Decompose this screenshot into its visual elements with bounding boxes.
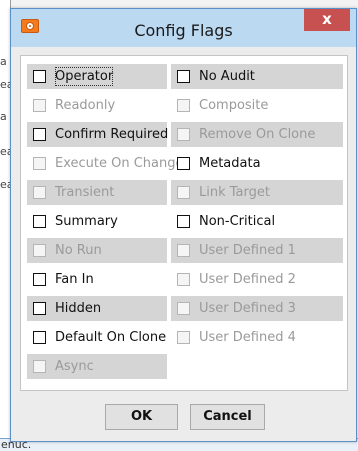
- ok-button[interactable]: OK: [105, 404, 178, 430]
- checkbox-icon: [33, 157, 46, 170]
- checkbox-icon[interactable]: [33, 273, 46, 286]
- checkbox-icon[interactable]: [33, 331, 46, 344]
- flag-label: Link Target: [199, 185, 270, 200]
- flag-hidden[interactable]: Hidden: [27, 296, 167, 321]
- flag-composite: Composite: [171, 93, 343, 118]
- flag-label: Transient: [55, 185, 115, 200]
- checkbox-icon[interactable]: [33, 128, 46, 141]
- flag-transient: Transient: [27, 180, 167, 205]
- flag-link-target: Link Target: [171, 180, 343, 205]
- flag-label: Metadata: [199, 156, 261, 171]
- flag-label: Default On Clone: [55, 330, 167, 345]
- checkbox-icon[interactable]: [177, 70, 190, 83]
- flag-label: User Defined 2: [199, 272, 296, 287]
- flag-label: No Audit: [199, 69, 255, 84]
- checkbox-icon: [177, 128, 190, 141]
- checkbox-icon[interactable]: [177, 157, 190, 170]
- checkbox-icon: [177, 331, 190, 344]
- flag-label: User Defined 3: [199, 301, 296, 316]
- flag-label: No Run: [55, 243, 102, 258]
- flag-metadata[interactable]: Metadata: [171, 151, 343, 176]
- flag-remove-on-clone: Remove On Clone: [171, 122, 343, 147]
- checkbox-icon: [33, 360, 46, 373]
- flag-default-on-clone[interactable]: Default On Clone: [27, 325, 167, 350]
- checkbox-icon: [177, 186, 190, 199]
- title-bar[interactable]: Config Flags x: [11, 9, 356, 47]
- flag-label: User Defined 1: [199, 243, 296, 258]
- flag-label: User Defined 4: [199, 330, 296, 345]
- flag-label: Composite: [199, 98, 269, 113]
- checkbox-icon: [177, 244, 190, 257]
- flag-label: Remove On Clone: [199, 127, 316, 142]
- flag-user-defined-1: User Defined 1: [171, 238, 343, 263]
- checkbox-icon[interactable]: [33, 302, 46, 315]
- flag-async: Async: [27, 354, 167, 379]
- flag-label: Execute On Change: [55, 156, 184, 171]
- flag-label: Hidden: [55, 301, 102, 316]
- flag-label: Fan In: [55, 272, 94, 287]
- checkbox-icon: [177, 273, 190, 286]
- checkbox-icon: [177, 302, 190, 315]
- close-button[interactable]: x: [304, 9, 350, 31]
- checkbox-icon: [177, 99, 190, 112]
- flag-no-audit[interactable]: No Audit: [171, 64, 343, 89]
- checkbox-icon: [33, 99, 46, 112]
- flag-label: Async: [55, 359, 94, 374]
- checkbox-icon[interactable]: [177, 215, 190, 228]
- flag-label: Readonly: [55, 98, 116, 113]
- flag-user-defined-3: User Defined 3: [171, 296, 343, 321]
- cancel-button[interactable]: Cancel: [190, 404, 265, 430]
- config-flags-dialog: Config Flags x Operator Readonly Confirm…: [10, 8, 357, 442]
- flag-summary[interactable]: Summary: [27, 209, 167, 234]
- flag-label: Confirm Required: [55, 127, 169, 142]
- background-text: a: [0, 55, 7, 68]
- flag-label: Summary: [55, 214, 118, 229]
- flag-user-defined-4: User Defined 4: [171, 325, 343, 350]
- checkbox-icon: [33, 244, 46, 257]
- flag-user-defined-2: User Defined 2: [171, 267, 343, 292]
- flag-non-critical[interactable]: Non-Critical: [171, 209, 343, 234]
- checkbox-icon[interactable]: [33, 70, 46, 83]
- flag-confirm-required[interactable]: Confirm Required: [27, 122, 169, 147]
- flag-label: Operator: [54, 66, 114, 87]
- checkbox-icon: [33, 186, 46, 199]
- flag-execute-on-change: Execute On Change: [27, 151, 184, 176]
- flag-operator[interactable]: Operator: [27, 64, 167, 89]
- background-text: a: [0, 110, 7, 123]
- flags-panel: Operator Readonly Confirm Required Execu…: [20, 55, 348, 391]
- flag-no-run: No Run: [27, 238, 167, 263]
- flag-fan-in[interactable]: Fan In: [27, 267, 167, 292]
- flag-label: Non-Critical: [199, 214, 276, 229]
- flag-readonly: Readonly: [27, 93, 167, 118]
- checkbox-icon[interactable]: [33, 215, 46, 228]
